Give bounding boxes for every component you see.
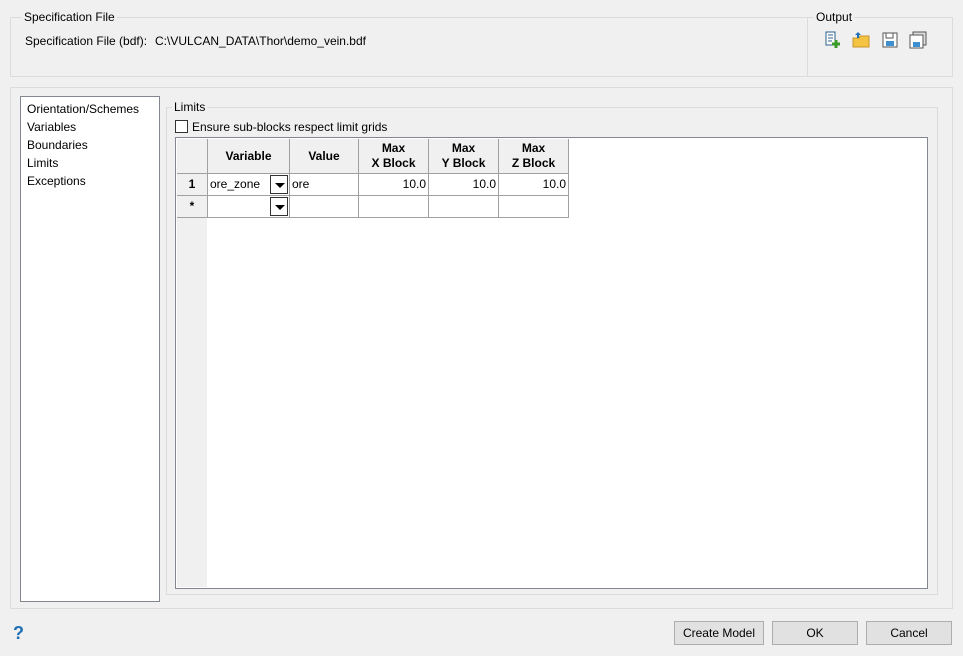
column-header-max-y[interactable]: Max Y Block (429, 139, 499, 174)
max-z-cell[interactable]: 10.0 (499, 174, 569, 196)
value-cell[interactable]: ore (290, 174, 359, 196)
spec-file-label: Specification File (bdf): (25, 34, 148, 48)
nav-item-limits[interactable]: Limits (27, 154, 153, 172)
column-header-variable[interactable]: Variable (208, 139, 290, 174)
limits-table[interactable]: Variable Value Max X Block Max Y Block M… (175, 137, 928, 589)
new-file-icon[interactable] (824, 31, 842, 49)
open-folder-icon[interactable] (852, 31, 870, 49)
help-icon[interactable]: ? (13, 623, 24, 644)
spec-group-title: Specification File (22, 10, 117, 24)
max-y-cell[interactable]: 10.0 (429, 174, 499, 196)
ok-button[interactable]: OK (772, 621, 858, 645)
ensure-subblocks-label: Ensure sub-blocks respect limit grids (192, 120, 388, 134)
new-max-z-cell[interactable] (499, 196, 569, 218)
output-group-title: Output (814, 10, 855, 24)
cancel-button[interactable]: Cancel (866, 621, 952, 645)
new-max-x-cell[interactable] (359, 196, 429, 218)
nav-item-variables[interactable]: Variables (27, 118, 153, 136)
row-header[interactable]: 1 (177, 174, 208, 196)
new-value-cell[interactable] (290, 196, 359, 218)
save-as-icon[interactable] (909, 31, 927, 49)
nav-list[interactable]: Orientation/Schemes Variables Boundaries… (20, 96, 160, 602)
new-row-header[interactable]: * (177, 196, 208, 218)
create-model-button[interactable]: Create Model (674, 621, 764, 645)
variable-cell[interactable]: ore_zone (208, 174, 290, 196)
new-max-y-cell[interactable] (429, 196, 499, 218)
spec-file-path: C:\VULCAN_DATA\Thor\demo_vein.bdf (155, 34, 366, 48)
column-header-max-z[interactable]: Max Z Block (499, 139, 569, 174)
column-header-max-x[interactable]: Max X Block (359, 139, 429, 174)
corner-header (177, 139, 208, 174)
variable-dropdown-icon[interactable] (270, 175, 288, 194)
limits-group-title: Limits (172, 100, 208, 114)
new-variable-dropdown-icon[interactable] (270, 197, 288, 216)
nav-item-orientation-schemes[interactable]: Orientation/Schemes (27, 100, 153, 118)
save-icon[interactable] (881, 31, 899, 49)
ensure-subblocks-checkbox[interactable] (175, 120, 188, 133)
variable-value: ore_zone (210, 177, 261, 191)
new-variable-cell[interactable] (208, 196, 290, 218)
nav-item-boundaries[interactable]: Boundaries (27, 136, 153, 154)
max-x-cell[interactable]: 10.0 (359, 174, 429, 196)
column-header-value[interactable]: Value (290, 139, 359, 174)
nav-item-exceptions[interactable]: Exceptions (27, 172, 153, 190)
